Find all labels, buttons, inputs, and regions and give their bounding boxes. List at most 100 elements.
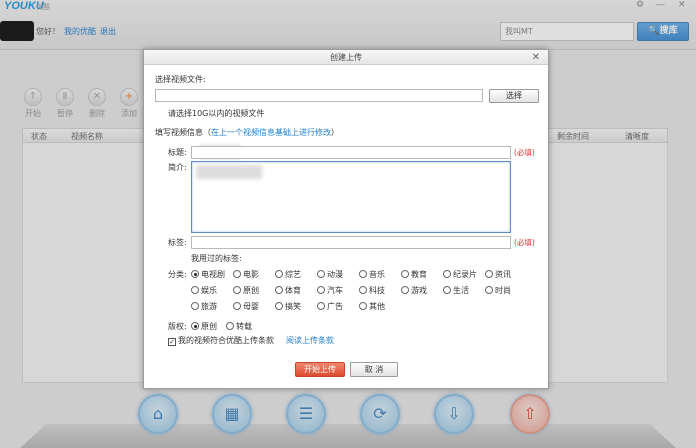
tags-required: (必填): [514, 238, 535, 247]
radio-indicator: [317, 302, 325, 310]
used-tags-label: 我用过的标签:: [191, 254, 242, 263]
tags-label: 标签:: [168, 238, 187, 247]
category-label-text: 音乐: [369, 270, 385, 279]
radio-indicator: [359, 270, 367, 278]
radio-indicator: [191, 302, 199, 310]
category-label-text: 资讯: [495, 270, 511, 279]
select-file-label: 选择视频文件:: [155, 75, 206, 84]
category-label-text: 母婴: [243, 302, 259, 311]
category-label-text: 时尚: [495, 286, 511, 295]
copyright-original-radio[interactable]: 原创: [191, 321, 217, 332]
category-label-text: 综艺: [285, 270, 301, 279]
category-label-text: 旅游: [201, 302, 217, 311]
title-required: (必填): [514, 148, 535, 157]
radio-indicator: [233, 286, 241, 294]
category-radio[interactable]: 体育: [275, 285, 301, 296]
category-radio[interactable]: 音乐: [359, 269, 385, 280]
youku-client-window: YOUKU 优酷 ⚙ — ✕ 您好！ 我的优酷 退出 我叫MT 🔍搜库 ↑ 开始 Ⅱ…: [0, 0, 696, 448]
radio-indicator: [275, 286, 283, 294]
tags-input[interactable]: [191, 236, 511, 249]
copyright-label: 版权:: [168, 322, 187, 331]
category-radio[interactable]: 广告: [317, 301, 343, 312]
category-label-text: 动漫: [327, 270, 343, 279]
category-radio[interactable]: 电影: [233, 269, 259, 280]
agree-terms-text: 我的视频符合优酷上传条款: [178, 336, 274, 345]
dialog-body: 选择视频文件: 选择 请选择10G以内的视频文件 填写视频信息（在上一个视频信息…: [144, 65, 548, 389]
description-redaction: [196, 165, 262, 179]
category-radio[interactable]: 纪录片: [443, 269, 477, 280]
category-radio[interactable]: 资讯: [485, 269, 511, 280]
start-upload-button[interactable]: 开始上传: [295, 362, 345, 377]
radio-indicator: [443, 286, 451, 294]
category-radio[interactable]: 游戏: [401, 285, 427, 296]
category-radio[interactable]: 汽车: [317, 285, 343, 296]
title-label: 标题:: [168, 148, 187, 157]
copyright-repost-radio[interactable]: 转载: [226, 321, 252, 332]
category-label-text: 原创: [243, 286, 259, 295]
info-label-text: 填写视频信息（: [155, 128, 211, 137]
dialog-title: 创建上传: [330, 53, 362, 62]
radio-indicator: [191, 322, 199, 330]
category-label-text: 教育: [411, 270, 427, 279]
category-label-text: 纪录片: [453, 270, 477, 279]
description-label: 简介:: [168, 163, 187, 172]
category-label-text: 搞笑: [285, 302, 301, 311]
radio-indicator: [317, 286, 325, 294]
info-section-label: 填写视频信息（在上一个视频信息基础上进行修改）: [155, 127, 339, 138]
category-label-text: 体育: [285, 286, 301, 295]
agree-terms-checkbox[interactable]: ✓ 我的视频符合优酷上传条款: [168, 335, 274, 346]
category-label-text: 广告: [327, 302, 343, 311]
dialog-title-bar: 创建上传 ✕: [144, 50, 548, 65]
category-radio[interactable]: 综艺: [275, 269, 301, 280]
radio-indicator: [233, 302, 241, 310]
category-radio[interactable]: 娱乐: [191, 285, 217, 296]
radio-indicator: [485, 270, 493, 278]
category-label-text: 其他: [369, 302, 385, 311]
category-label-text: 科技: [369, 286, 385, 295]
category-radio[interactable]: 原创: [233, 285, 259, 296]
category-label-text: 游戏: [411, 286, 427, 295]
category-radio[interactable]: 科技: [359, 285, 385, 296]
category-radio[interactable]: 母婴: [233, 301, 259, 312]
copyright-repost-label: 转载: [236, 322, 252, 331]
radio-indicator: [359, 286, 367, 294]
category-radio[interactable]: 生活: [443, 285, 469, 296]
category-label-text: 生活: [453, 286, 469, 295]
category-radio[interactable]: 时尚: [485, 285, 511, 296]
read-terms-link[interactable]: 阅读上传条款: [286, 335, 334, 346]
radio-indicator: [317, 270, 325, 278]
dialog-close-icon[interactable]: ✕: [532, 50, 540, 65]
category-label-text: 汽车: [327, 286, 343, 295]
category-label-text: 电视剧: [201, 270, 225, 279]
title-input[interactable]: [191, 146, 511, 159]
radio-indicator: [226, 322, 234, 330]
copyright-original-label: 原创: [201, 322, 217, 331]
radio-indicator: [191, 286, 199, 294]
radio-indicator: [191, 270, 199, 278]
category-radio[interactable]: 动漫: [317, 269, 343, 280]
cancel-button[interactable]: 取 消: [350, 362, 398, 377]
info-label-close: ）: [331, 128, 339, 137]
category-label-text: 娱乐: [201, 286, 217, 295]
radio-indicator: [359, 302, 367, 310]
category-radio[interactable]: 旅游: [191, 301, 217, 312]
radio-indicator: [275, 270, 283, 278]
radio-indicator: [401, 286, 409, 294]
file-size-hint: 请选择10G以内的视频文件: [168, 109, 265, 118]
category-label-text: 电影: [243, 270, 259, 279]
file-path-input[interactable]: [155, 89, 483, 102]
radio-indicator: [401, 270, 409, 278]
checkmark-icon: ✓: [168, 338, 176, 346]
category-radio[interactable]: 电视剧: [191, 269, 225, 280]
radio-indicator: [275, 302, 283, 310]
category-label: 分类:: [168, 270, 187, 279]
create-upload-dialog: 创建上传 ✕ 选择视频文件: 选择 请选择10G以内的视频文件 填写视频信息（在…: [143, 49, 549, 389]
radio-indicator: [443, 270, 451, 278]
category-radio[interactable]: 教育: [401, 269, 427, 280]
radio-indicator: [485, 286, 493, 294]
category-radio[interactable]: 搞笑: [275, 301, 301, 312]
select-file-button[interactable]: 选择: [489, 89, 539, 103]
reuse-info-link[interactable]: 在上一个视频信息基础上进行修改: [211, 128, 331, 137]
radio-indicator: [233, 270, 241, 278]
category-radio[interactable]: 其他: [359, 301, 385, 312]
